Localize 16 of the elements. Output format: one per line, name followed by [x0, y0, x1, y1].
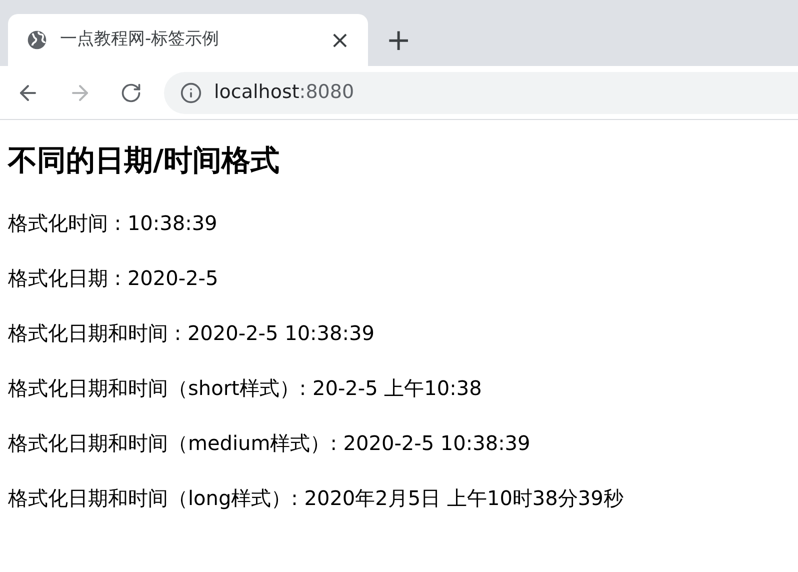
- address-text: localhost:8080: [214, 80, 354, 106]
- new-tab-button[interactable]: +: [386, 26, 412, 56]
- tab-title: 一点教程网-标签示例: [60, 28, 220, 52]
- browser-tab[interactable]: 一点教程网-标签示例 ×: [8, 14, 368, 66]
- page-heading: 不同的日期/时间格式: [8, 142, 281, 178]
- reload-icon: [120, 82, 142, 104]
- text-line: 格式化日期和时间 : 2020-2-5 10:38:39: [8, 320, 376, 348]
- text-line: 格式化日期 : 2020-2-5: [8, 265, 220, 292]
- text-line: 格式化时间 : 10:38:39: [8, 210, 218, 238]
- text-line: 格式化日期和时间（long样式）: 2020年2月5日 上午10时38分39秒: [8, 485, 624, 512]
- info-icon: [180, 82, 202, 104]
- text-line: 格式化日期和时间（medium样式）: 2020-2-5 10:38:39: [8, 430, 532, 458]
- text-line: 格式化日期和时间（short样式）: 20-2-5 上午10:38: [8, 375, 483, 402]
- address-bar[interactable]: localhost:8080: [164, 72, 798, 114]
- globe-icon: [26, 29, 48, 51]
- close-button[interactable]: ×: [330, 28, 350, 52]
